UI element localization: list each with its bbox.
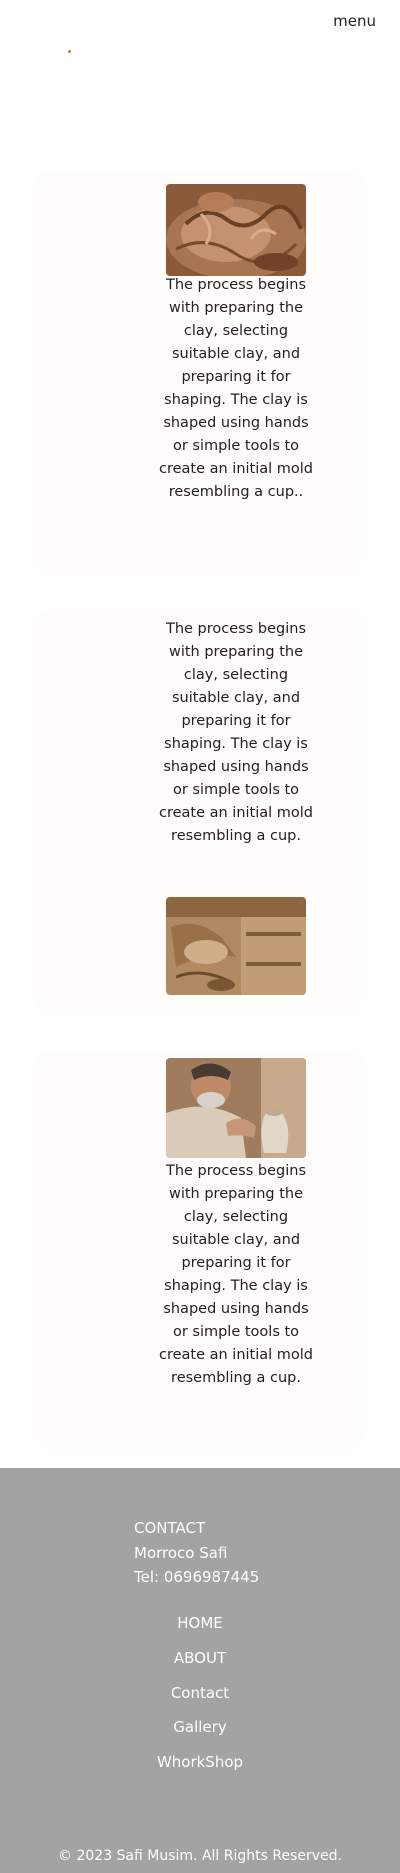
process-description: The process begins with preparing the cl… [158, 1163, 314, 1386]
footer-nav-contact[interactable]: Contact [0, 1684, 400, 1702]
footer: CONTACT Morroco Safi Tel: 0696987445 HOM… [0, 1468, 400, 1873]
contact-location: Morroco Safi [134, 1543, 228, 1562]
logo[interactable] [68, 50, 71, 53]
nav-contact-link[interactable]: Contact [171, 1684, 229, 1702]
nav-about-link[interactable]: ABOUT [174, 1649, 226, 1667]
nav-home-link[interactable]: HOME [177, 1614, 223, 1632]
footer-nav-home[interactable]: HOME [0, 1614, 400, 1632]
footer-nav-gallery[interactable]: Gallery [0, 1718, 400, 1736]
potter-craftsman-photo [166, 1058, 306, 1158]
contact-phone[interactable]: Tel: 0696987445 [134, 1565, 259, 1590]
menu-button[interactable]: menu [333, 12, 376, 30]
pottery-clay-hands-photo [166, 184, 306, 276]
nav-workshop-link[interactable]: WhorkShop [157, 1753, 243, 1771]
top-bar: menu [0, 0, 400, 60]
footer-nav-about[interactable]: ABOUT [0, 1649, 400, 1667]
contact-heading: CONTACT [134, 1519, 206, 1537]
process-description: The process begins with preparing the cl… [158, 277, 314, 500]
pottery-clay-molding-photo [166, 897, 306, 995]
process-description: The process begins with preparing the cl… [158, 621, 314, 844]
nav-gallery-link[interactable]: Gallery [173, 1718, 226, 1736]
footer-nav-workshop[interactable]: WhorkShop [0, 1753, 400, 1771]
contact-block: CONTACT Morroco Safi Tel: 0696987445 [134, 1516, 259, 1590]
copyright: © 2023 Safi Musim. All Rights Reserved. [58, 1848, 342, 1864]
process-card-1: The process begins with preparing the cl… [36, 170, 363, 572]
process-card-2: The process begins with preparing the cl… [36, 610, 363, 1012]
process-card-3: The process begins with preparing the cl… [36, 1050, 363, 1450]
